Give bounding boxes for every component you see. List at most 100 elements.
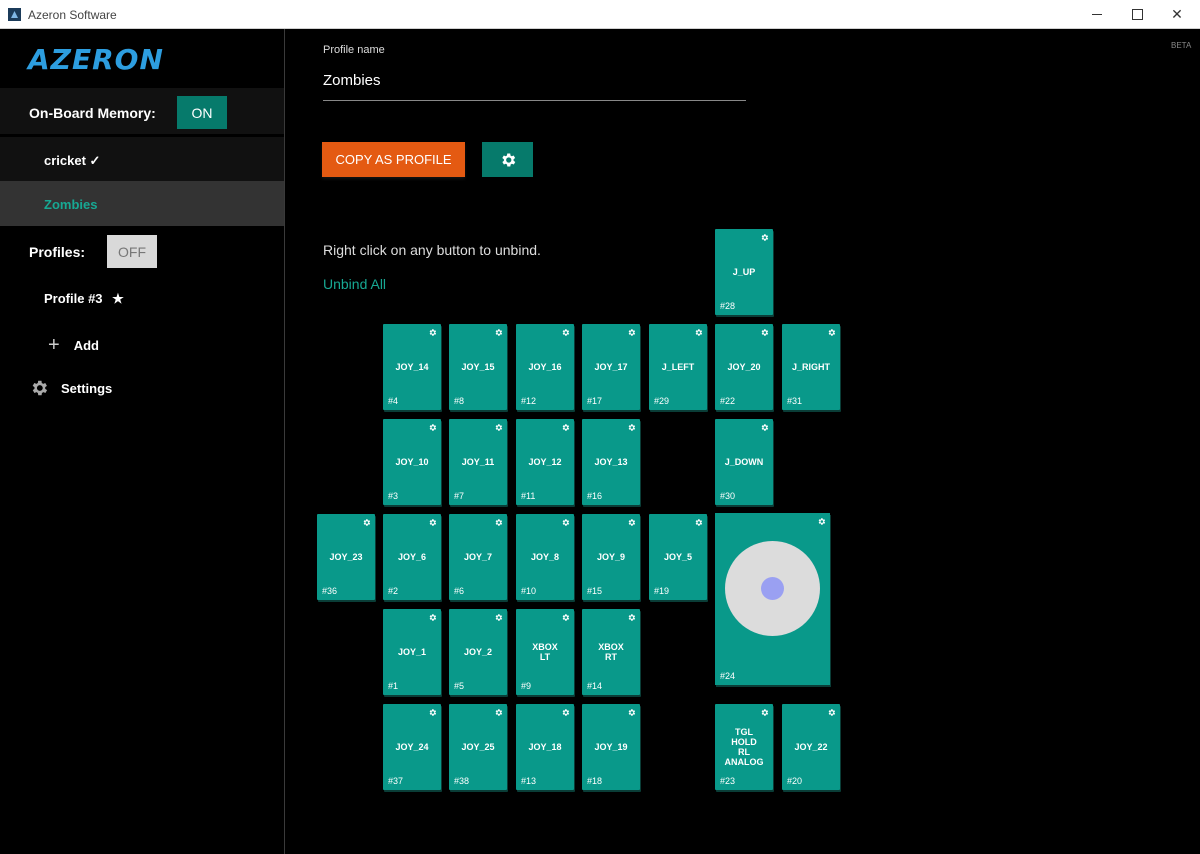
key-button[interactable]: JOY_7 #6 bbox=[449, 514, 507, 600]
key-number: #10 bbox=[521, 586, 537, 596]
copy-as-profile-button[interactable]: COPY AS PROFILE bbox=[322, 142, 465, 177]
window-title: Azeron Software bbox=[28, 8, 117, 22]
key-button[interactable]: JOY_2 #5 bbox=[449, 609, 507, 695]
key-button[interactable]: JOY_11 #7 bbox=[449, 419, 507, 505]
key-button[interactable]: J_LEFT #29 bbox=[649, 324, 707, 410]
key-button[interactable]: JOY_17 #17 bbox=[582, 324, 640, 410]
key-number: #23 bbox=[720, 776, 736, 786]
key-button[interactable]: JOY_19 #18 bbox=[582, 704, 640, 790]
gear-icon bbox=[501, 152, 515, 167]
sidebar-item-cricket[interactable]: cricket ✓ bbox=[0, 137, 284, 182]
key-button[interactable]: JOY_16 #12 bbox=[516, 324, 574, 410]
beta-badge: BETA bbox=[1171, 41, 1192, 50]
minimize-icon bbox=[1092, 14, 1102, 15]
joystick-key[interactable]: #24 bbox=[715, 513, 830, 685]
title-bar: Azeron Software ✕ bbox=[0, 0, 1200, 29]
maximize-icon bbox=[1131, 9, 1143, 20]
key-button[interactable]: JOY_8 #10 bbox=[516, 514, 574, 600]
key-number: #3 bbox=[388, 491, 399, 501]
key-button[interactable]: J_DOWN #30 bbox=[715, 419, 773, 505]
sidebar: AZERON On-Board Memory: ON cricket ✓ Zom… bbox=[0, 29, 285, 854]
key-button[interactable]: JOY_14 #4 bbox=[383, 324, 441, 410]
profile-name-label: Profile name bbox=[323, 44, 385, 56]
key-number: #30 bbox=[720, 491, 736, 501]
key-number: #19 bbox=[654, 586, 670, 596]
key-number: #36 bbox=[322, 586, 338, 596]
key-number: #31 bbox=[787, 396, 803, 406]
joystick-pad[interactable] bbox=[725, 541, 820, 636]
key-number: #29 bbox=[654, 396, 670, 406]
sidebar-item-profile-3[interactable]: Profile #3 ★ bbox=[44, 291, 124, 307]
sidebar-item-settings[interactable]: Settings bbox=[29, 378, 112, 398]
key-button[interactable]: JOY_18 #13 bbox=[516, 704, 574, 790]
profile-name-underline bbox=[323, 100, 746, 101]
key-number: #37 bbox=[388, 776, 404, 786]
sidebar-item-zombies[interactable]: Zombies bbox=[0, 181, 284, 226]
unbind-hint: Right click on any button to unbind. bbox=[323, 242, 541, 258]
key-number: #12 bbox=[521, 396, 537, 406]
profile-settings-button[interactable] bbox=[482, 142, 533, 177]
profiles-toggle[interactable]: OFF bbox=[107, 235, 157, 268]
key-number: #14 bbox=[587, 681, 603, 691]
key-number: #11 bbox=[521, 491, 536, 501]
key-number: #20 bbox=[787, 776, 803, 786]
key-number: #8 bbox=[454, 396, 465, 406]
gear-icon bbox=[32, 380, 48, 396]
key-button[interactable]: JOY_24 #37 bbox=[383, 704, 441, 790]
onboard-memory-label: On-Board Memory: bbox=[29, 105, 156, 121]
key-button[interactable]: JOY_13 #16 bbox=[582, 419, 640, 505]
key-button[interactable]: JOY_5 #19 bbox=[649, 514, 707, 600]
key-number: #28 bbox=[720, 301, 736, 311]
add-label: Add bbox=[73, 338, 99, 353]
star-icon: ★ bbox=[112, 291, 124, 306]
key-number: #22 bbox=[720, 396, 736, 406]
key-button[interactable]: TGL HOLD RL ANALOG #23 bbox=[715, 704, 773, 790]
sidebar-item-label: Zombies bbox=[44, 197, 98, 212]
unbind-all-link[interactable]: Unbind All bbox=[323, 276, 386, 292]
azeron-logo: AZERON bbox=[28, 43, 164, 76]
key-number: #7 bbox=[454, 491, 465, 501]
close-button[interactable]: ✕ bbox=[1154, 0, 1200, 29]
profiles-label: Profiles: bbox=[29, 244, 86, 260]
close-icon: ✕ bbox=[1171, 6, 1183, 22]
checkmark-icon: ✓ bbox=[89, 153, 101, 168]
key-button[interactable]: JOY_10 #3 bbox=[383, 419, 441, 505]
key-button[interactable]: JOY_23 #36 bbox=[317, 514, 375, 600]
key-number: #13 bbox=[521, 776, 537, 786]
app-icon bbox=[8, 8, 21, 21]
key-button[interactable]: JOY_12 #11 bbox=[516, 419, 574, 505]
key-number: #1 bbox=[388, 681, 399, 691]
key-button[interactable]: J_UP #28 bbox=[715, 229, 773, 315]
key-button[interactable]: JOY_22 #20 bbox=[782, 704, 840, 790]
sidebar-item-label: Profile #3 bbox=[44, 291, 103, 306]
onboard-memory-row: On-Board Memory: bbox=[0, 88, 284, 134]
key-number: #6 bbox=[454, 586, 465, 596]
key-button[interactable]: JOY_15 #8 bbox=[449, 324, 507, 410]
onboard-memory-toggle[interactable]: ON bbox=[177, 96, 227, 129]
key-button[interactable]: J_RIGHT #31 bbox=[782, 324, 840, 410]
key-number: #17 bbox=[587, 396, 603, 406]
key-number: #9 bbox=[521, 681, 532, 691]
sidebar-item-label: cricket bbox=[44, 153, 86, 168]
key-number: #15 bbox=[587, 586, 603, 596]
joystick-dot bbox=[761, 577, 784, 600]
key-number: #38 bbox=[454, 776, 470, 786]
key-button[interactable]: JOY_6 #2 bbox=[383, 514, 441, 600]
key-button[interactable]: JOY_9 #15 bbox=[582, 514, 640, 600]
settings-label: Settings bbox=[61, 380, 113, 396]
key-number: #16 bbox=[587, 491, 603, 501]
key-number: #18 bbox=[587, 776, 603, 786]
add-profile-button[interactable]: + Add bbox=[48, 334, 99, 357]
key-number: #24 bbox=[720, 671, 736, 681]
profile-name-input[interactable]: Zombies bbox=[323, 72, 381, 89]
key-number: #4 bbox=[388, 396, 399, 406]
key-button[interactable]: JOY_25 #38 bbox=[449, 704, 507, 790]
key-button[interactable]: JOY_20 #22 bbox=[715, 324, 773, 410]
plus-icon: + bbox=[48, 334, 60, 356]
key-button[interactable]: XBOX LT #9 bbox=[516, 609, 574, 695]
key-number: #2 bbox=[388, 586, 399, 596]
key-button[interactable]: JOY_1 #1 bbox=[383, 609, 441, 695]
key-button[interactable]: XBOX RT #14 bbox=[582, 609, 640, 695]
key-number: #5 bbox=[454, 681, 465, 691]
gear-icon[interactable] bbox=[817, 517, 826, 526]
